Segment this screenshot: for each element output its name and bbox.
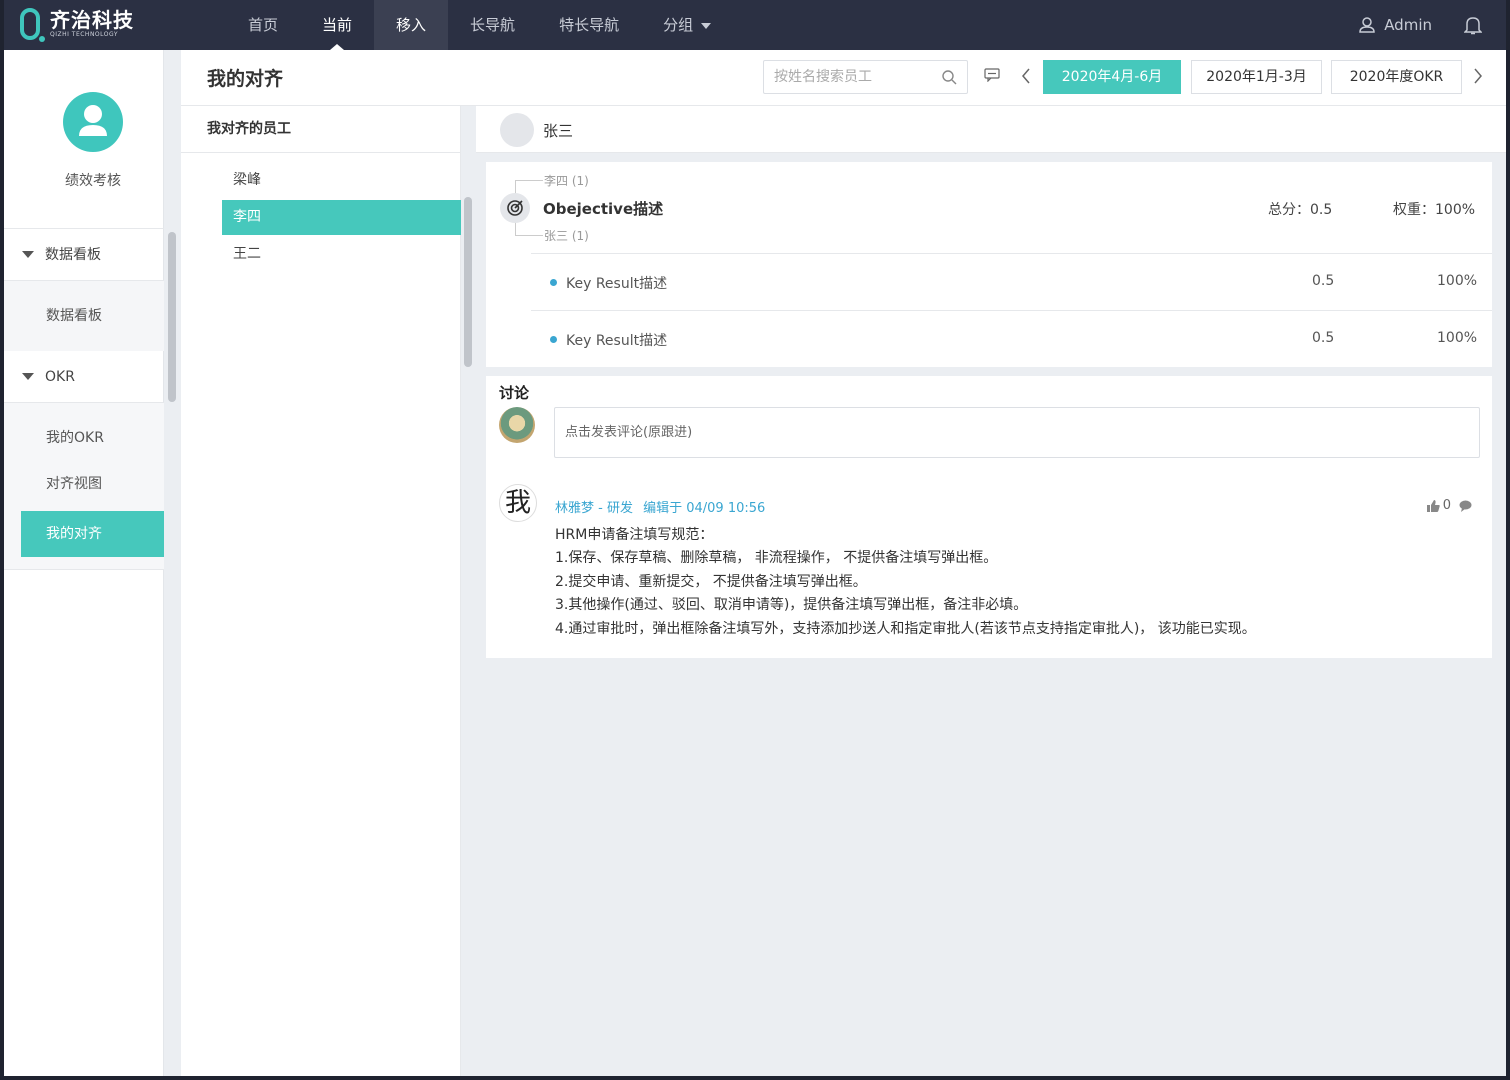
menu-sub-dashboard: 数据看板 (4, 281, 164, 351)
employee-item[interactable]: 梁峰 (222, 163, 461, 198)
key-result-weight: 100% (1437, 330, 1478, 346)
avatar (499, 407, 535, 443)
app-window: 齐治科技 QIZHI TECHNOLOGY 首页 当前 移入 长导航 特长导航 … (4, 0, 1506, 1076)
objective-score: 总分：0.5 (1268, 202, 1333, 218)
user-name: Admin (1384, 16, 1432, 34)
thumbs-up-icon[interactable] (1426, 499, 1440, 512)
detail-employee-name: 张三 (543, 122, 574, 140)
employee-list-scrollbar[interactable] (464, 197, 472, 367)
triangle-down-icon (22, 373, 34, 380)
comment-body: HRM申请备注填写规范： 1.保存、保存草稿、删除草稿， 非流程操作， 不提供备… (555, 524, 1256, 641)
nav-item-long-nav[interactable]: 长导航 (448, 0, 537, 50)
search-placeholder: 按姓名搜索员工 (774, 69, 872, 85)
objective-title[interactable]: Obejective描述 (543, 198, 663, 219)
discussion-title: 讨论 (499, 384, 530, 402)
chevron-left-icon[interactable] (1021, 68, 1031, 84)
sidebar-item-align-view[interactable]: 对齐视图 (4, 461, 164, 507)
employee-item[interactable]: 王二 (222, 237, 461, 272)
key-result-row[interactable]: Key Result描述 0.5 100% (531, 310, 1492, 367)
like-count: 0 (1442, 498, 1451, 513)
user-menu[interactable]: Admin (1358, 0, 1432, 50)
employee-list: 梁峰 李四 王二 (181, 153, 461, 272)
sidebar-menu: 数据看板 数据看板 OKR 我的OKR 对齐视图 我的对齐 (4, 228, 164, 570)
triangle-down-icon (22, 251, 34, 258)
menu-group-okr[interactable]: OKR (4, 351, 164, 403)
comment-line: 3.其他操作(通过、驳回、取消申请等)，提供备注填写弹出框，备注非必填。 (555, 597, 1028, 614)
menu-sub-okr: 我的OKR 对齐视图 我的对齐 (4, 403, 164, 570)
period-button-year[interactable]: 2020年度OKR (1331, 60, 1462, 94)
module-avatar (63, 92, 123, 152)
okr-card: 李四 (1) 张三 (1) Obejective描述 总分：0.5 权重：100… (486, 162, 1492, 367)
comment-line: 1.保存、保存草稿、删除草稿， 非流程操作， 不提供备注填写弹出框。 (555, 550, 998, 567)
employee-search-input[interactable]: 按姓名搜索员工 (763, 60, 968, 94)
search-icon[interactable] (941, 69, 957, 85)
employee-item-selected[interactable]: 李四 (222, 200, 461, 235)
tree-connector-top (515, 180, 543, 181)
page-title: 我的对齐 (207, 68, 284, 90)
brand-name-en: QIZHI TECHNOLOGY (50, 31, 119, 38)
avatar (500, 113, 534, 147)
bell-icon[interactable] (1464, 15, 1482, 35)
key-result-score: 0.5 (1312, 273, 1335, 289)
comment-input[interactable]: 点击发表评论(原跟进) (554, 407, 1480, 458)
nav-item-home[interactable]: 首页 (226, 0, 300, 50)
comment-meta: 林雅梦 - 研发 编辑于 04/09 10:56 (555, 497, 765, 516)
menu-group-label: 数据看板 (45, 246, 101, 263)
comment-icon[interactable] (984, 68, 1000, 82)
bullet-icon (550, 279, 557, 286)
reply-icon[interactable] (1459, 500, 1472, 512)
parent-alignment-label[interactable]: 李四 (1) (544, 172, 589, 189)
page-header: 我的对齐 按姓名搜索员工 2020年4月-6月 2020年1月-3月 2020年… (181, 50, 1506, 106)
objective-weight: 权重：100% (1393, 202, 1476, 218)
top-nav-bar: 齐治科技 QIZHI TECHNOLOGY 首页 当前 移入 长导航 特长导航 … (4, 0, 1506, 50)
commenter-avatar: 我 (499, 484, 537, 522)
key-result-weight: 100% (1437, 273, 1478, 289)
nav-item-current[interactable]: 当前 (300, 0, 374, 50)
employee-list-panel: 我对齐的员工 梁峰 李四 王二 (181, 106, 461, 1076)
discussion-panel: 讨论 点击发表评论(原跟进) 我 林雅梦 - 研发 编辑于 04/09 10:5… (486, 376, 1492, 658)
child-alignment-label[interactable]: 张三 (1) (544, 227, 589, 244)
chevron-right-icon[interactable] (1473, 68, 1483, 84)
period-button-q1[interactable]: 2020年1月-3月 (1191, 60, 1322, 94)
user-icon (1359, 17, 1375, 33)
detail-header: 张三 (476, 106, 1506, 153)
brand-logo[interactable]: 齐治科技 QIZHI TECHNOLOGY (20, 8, 134, 42)
comment-input-placeholder: 点击发表评论(原跟进) (565, 425, 693, 440)
menu-group-dashboard[interactable]: 数据看板 (4, 229, 164, 281)
person-icon (79, 105, 107, 136)
logo-mark-icon (20, 8, 45, 42)
comment-line: 2.提交申请、重新提交， 不提供备注填写弹出框。 (555, 573, 867, 590)
nav-item-move-in[interactable]: 移入 (374, 0, 449, 50)
key-result-row[interactable]: Key Result描述 0.5 100% (531, 253, 1492, 310)
comment-author[interactable]: 林雅梦 - 研发 (555, 501, 633, 516)
employee-list-heading: 我对齐的员工 (181, 106, 460, 153)
comment-line: HRM申请备注填写规范： (555, 527, 714, 543)
key-result-label: Key Result描述 (566, 276, 668, 292)
target-icon (500, 193, 530, 223)
menu-group-label: OKR (45, 368, 75, 385)
nav-group-label: 分组 (663, 16, 694, 34)
sidebar-item-dashboard[interactable]: 数据看板 (4, 281, 164, 351)
period-button-q2[interactable]: 2020年4月-6月 (1043, 60, 1181, 94)
left-sidebar: 绩效考核 数据看板 数据看板 OKR 我的OKR 对齐视图 我的对齐 (4, 50, 164, 1076)
key-result-score: 0.5 (1312, 330, 1335, 346)
sidebar-scrollbar[interactable] (168, 232, 176, 402)
sidebar-item-my-alignment[interactable]: 我的对齐 (21, 511, 164, 557)
sidebar-item-my-okr[interactable]: 我的OKR (4, 415, 164, 461)
key-result-label: Key Result描述 (566, 333, 668, 349)
main-nav: 首页 当前 移入 长导航 特长导航 分组 (226, 0, 733, 50)
nav-item-group-dropdown[interactable]: 分组 (641, 0, 733, 50)
bullet-icon (550, 336, 557, 343)
brand-name: 齐治科技 (50, 8, 134, 32)
tree-connector-bottom (515, 235, 543, 236)
comment-timestamp: 编辑于 04/09 10:56 (643, 501, 766, 516)
nav-item-extra-long-nav[interactable]: 特长导航 (537, 0, 641, 50)
comment-actions: 0 (1426, 498, 1472, 513)
caret-down-icon (701, 22, 712, 29)
comment-line: 4.通过审批时，弹出框除备注填写外，支持添加抄送人和指定审批人(若该节点支持指定… (555, 620, 1256, 637)
module-title: 绩效考核 (65, 173, 121, 189)
